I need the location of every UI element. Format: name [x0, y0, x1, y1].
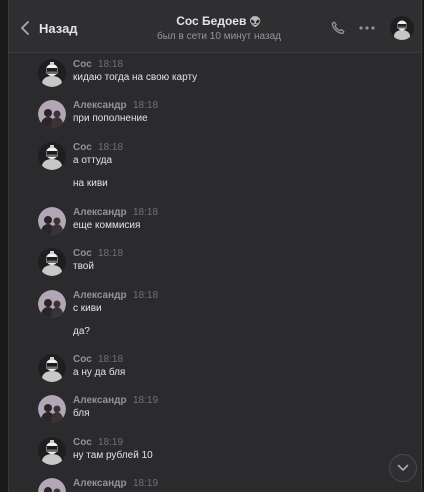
message-text: а оттуда — [73, 155, 113, 166]
message-author[interactable]: Александр — [73, 100, 127, 112]
message-time: 18:19 — [133, 478, 159, 489]
message-time: 18:18 — [98, 354, 124, 365]
message-author[interactable]: Александр — [73, 395, 127, 407]
message-author[interactable]: Александр — [73, 290, 127, 302]
message-time: 18:18 — [133, 100, 159, 111]
message-time: 18:18 — [133, 207, 159, 218]
message-time: 18:18 — [98, 59, 124, 70]
contact-avatar[interactable] — [390, 16, 414, 40]
message-text: а ну да бля — [73, 367, 126, 378]
message-author[interactable]: Александр — [73, 478, 127, 490]
message-time: 18:19 — [98, 437, 124, 448]
avatar-aleksandr[interactable] — [38, 395, 66, 423]
message-text: твой — [73, 261, 94, 272]
message-time: 18:18 — [98, 142, 124, 153]
avatar-aleksandr[interactable] — [38, 290, 66, 318]
avatar-aleksandr[interactable] — [38, 100, 66, 128]
message-time: 18:18 — [98, 248, 124, 259]
avatar-sos[interactable] — [38, 142, 66, 170]
phone-icon[interactable] — [331, 21, 345, 35]
scroll-down-button[interactable] — [389, 454, 417, 482]
chat-window: Назад Сос Бедоев 👽 был в сети 10 минут на… — [8, 0, 422, 492]
chat-title-block[interactable]: Сос Бедоев 👽 был в сети 10 минут назад — [119, 14, 319, 44]
message-text: на киви — [73, 178, 108, 189]
online-status: был в сети 10 минут назад — [157, 31, 281, 42]
chat-title: Сос Бедоев 👽 — [119, 14, 319, 30]
message-author[interactable]: Сос — [73, 59, 92, 71]
avatar-sos[interactable] — [38, 59, 66, 87]
message-author[interactable]: Александр — [73, 207, 127, 219]
avatar-aleksandr[interactable] — [38, 207, 66, 235]
message-text: кидаю тогда на свою карту — [73, 72, 198, 83]
message-author[interactable]: Сос — [73, 248, 92, 260]
message-text: с киви — [73, 303, 102, 314]
avatar-sos[interactable] — [38, 354, 66, 382]
message-text: да? — [73, 326, 90, 337]
chevron-left-icon[interactable] — [19, 20, 33, 36]
chat-title-text: Сос Бедоев — [176, 14, 247, 28]
avatar-aleksandr[interactable] — [38, 478, 66, 492]
message-time: 18:18 — [133, 290, 159, 301]
message-author[interactable]: Сос — [73, 354, 92, 366]
message-text: при пополнение — [73, 113, 148, 124]
message-author[interactable]: Сос — [73, 437, 92, 449]
message-text: ну там рублей 10 — [73, 450, 153, 461]
message-text: бля — [73, 408, 90, 419]
chat-header: Назад Сос Бедоев 👽 был в сети 10 минут на… — [9, 0, 421, 53]
avatar-sos[interactable] — [38, 248, 66, 276]
message-author[interactable]: Сос — [73, 142, 92, 154]
avatar-sos[interactable] — [38, 437, 66, 465]
message-text: еще коммисия — [73, 220, 141, 231]
chevron-down-icon — [397, 464, 409, 471]
more-horizontal-icon[interactable] — [359, 26, 375, 30]
alien-emoji: 👽 — [249, 17, 262, 28]
back-button[interactable]: Назад — [39, 21, 78, 36]
message-time: 18:19 — [133, 395, 159, 406]
